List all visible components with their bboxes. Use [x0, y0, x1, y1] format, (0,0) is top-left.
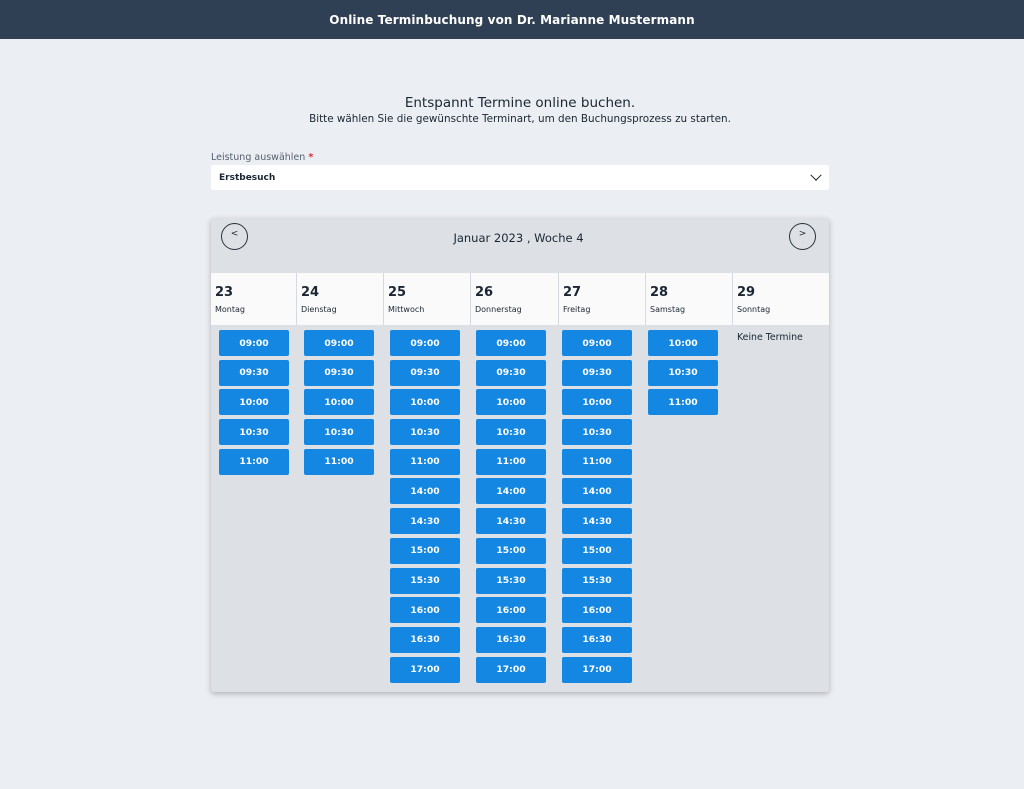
- time-slot-button[interactable]: 10:30: [562, 419, 632, 446]
- day-name: Samstag: [650, 305, 686, 314]
- booking-calendar: < Januar 2023 , Woche 4 > 23 Montag 24 D…: [211, 218, 829, 692]
- time-slot-button[interactable]: 15:30: [476, 567, 546, 594]
- intro-headline: Entspannt Termine online buchen.: [404, 95, 636, 111]
- time-slot-button[interactable]: 14:30: [476, 508, 546, 535]
- time-slot-button[interactable]: 15:30: [562, 567, 632, 594]
- time-slot-button[interactable]: 10:30: [390, 419, 460, 446]
- day-name: Mittwoch: [388, 305, 425, 314]
- day-header: 29 Sonntag: [733, 273, 829, 325]
- slot-column: 09:00 09:30 10:00 10:30 11:00: [304, 330, 374, 478]
- time-slot-button[interactable]: 16:00: [476, 597, 546, 624]
- time-slot-button[interactable]: 16:30: [390, 626, 460, 653]
- time-slot-button[interactable]: 09:00: [304, 330, 374, 356]
- time-slot-button[interactable]: 11:00: [476, 448, 546, 475]
- time-slot-button[interactable]: 17:00: [476, 656, 546, 683]
- day-header: 25 Mittwoch: [384, 273, 471, 325]
- time-slot-button[interactable]: 16:00: [562, 597, 632, 624]
- time-slot-button[interactable]: 10:30: [648, 359, 718, 386]
- day-number: 27: [563, 285, 582, 300]
- slot-column: 09:00 09:30 10:00 10:30 11:00 14:00 14:30 15:00…: [476, 330, 546, 686]
- service-label-text: Leistung auswählen: [211, 152, 306, 163]
- slot-column: 09:00 09:30 10:00 10:30 11:00 14:00 14:30 15:00…: [390, 330, 460, 686]
- time-slot-button[interactable]: 14:00: [562, 478, 632, 505]
- intro-subline: Bitte wählen Sie die gewünschte Terminar…: [309, 113, 731, 125]
- time-slot-button[interactable]: 16:30: [562, 626, 632, 653]
- slot-column: 09:00 09:30 10:00 10:30 11:00: [219, 330, 289, 478]
- day-number: 24: [301, 285, 320, 300]
- time-slot-button[interactable]: 09:00: [562, 330, 632, 356]
- day-number: 23: [215, 285, 234, 300]
- required-mark: *: [308, 152, 314, 163]
- time-slot-button[interactable]: 14:00: [390, 478, 460, 505]
- time-slot-button[interactable]: 11:00: [219, 448, 289, 475]
- time-slot-button[interactable]: 09:30: [304, 359, 374, 386]
- service-select[interactable]: Erstbesuch: [211, 165, 829, 190]
- day-number: 25: [388, 285, 407, 300]
- day-name: Sonntag: [737, 305, 771, 314]
- time-slot-button[interactable]: 09:30: [562, 359, 632, 386]
- slot-column: 10:00 10:30 11:00: [648, 330, 718, 419]
- time-slot-button[interactable]: 15:00: [562, 537, 632, 564]
- time-slot-button[interactable]: 17:00: [562, 656, 632, 683]
- time-slot-button[interactable]: 17:00: [390, 656, 460, 683]
- time-slot-button[interactable]: 09:00: [390, 330, 460, 356]
- time-slot-button[interactable]: 11:00: [562, 448, 632, 475]
- day-header: 23 Montag: [211, 273, 297, 325]
- day-number: 26: [475, 285, 494, 300]
- time-slot-button[interactable]: 14:30: [562, 508, 632, 535]
- time-slot-button[interactable]: 09:30: [476, 359, 546, 386]
- day-header: 26 Donnerstag: [471, 273, 559, 325]
- time-slot-button[interactable]: 10:30: [304, 419, 374, 446]
- time-slot-button[interactable]: 15:00: [390, 537, 460, 564]
- calendar-title: Januar 2023 , Woche 4: [453, 231, 584, 245]
- day-header: 27 Freitag: [559, 273, 646, 325]
- time-slot-button[interactable]: 10:00: [390, 389, 460, 416]
- day-number: 28: [650, 285, 669, 300]
- day-header-row: 23 Montag 24 Dienstag 25 Mittwoch 26 Don…: [211, 273, 829, 325]
- page-title: Online Terminbuchung von Dr. Marianne Mu…: [329, 12, 695, 27]
- time-slot-button[interactable]: 10:00: [476, 389, 546, 416]
- time-slot-button[interactable]: 16:00: [390, 597, 460, 624]
- time-slot-button[interactable]: 10:00: [219, 389, 289, 416]
- time-slot-button[interactable]: 09:30: [219, 359, 289, 386]
- service-select-value: Erstbesuch: [219, 172, 276, 183]
- day-header: 28 Samstag: [646, 273, 733, 325]
- time-slot-button[interactable]: 09:00: [219, 330, 289, 356]
- day-name: Dienstag: [301, 305, 337, 314]
- time-slot-button[interactable]: 11:00: [304, 448, 374, 475]
- time-slot-button[interactable]: 09:30: [390, 359, 460, 386]
- time-slot-button[interactable]: 15:30: [390, 567, 460, 594]
- day-header: 24 Dienstag: [297, 273, 384, 325]
- day-name: Montag: [215, 305, 245, 314]
- time-slot-button[interactable]: 14:00: [476, 478, 546, 505]
- time-slot-button[interactable]: 10:30: [219, 419, 289, 446]
- time-slot-button[interactable]: 09:00: [476, 330, 546, 356]
- top-bar: Online Terminbuchung von Dr. Marianne Mu…: [0, 0, 1024, 39]
- time-slot-button[interactable]: 14:30: [390, 508, 460, 535]
- next-week-button[interactable]: >: [789, 223, 816, 250]
- time-slot-button[interactable]: 11:00: [390, 448, 460, 475]
- no-slots-text: Keine Termine: [737, 332, 803, 343]
- time-slot-button[interactable]: 16:30: [476, 626, 546, 653]
- time-slot-button[interactable]: 11:00: [648, 389, 718, 416]
- time-slot-button[interactable]: 15:00: [476, 537, 546, 564]
- service-label: Leistung auswählen *: [211, 152, 313, 163]
- time-slot-button[interactable]: 10:00: [648, 330, 718, 356]
- day-number: 29: [737, 285, 756, 300]
- time-slot-button[interactable]: 10:00: [304, 389, 374, 416]
- day-name: Freitag: [563, 305, 591, 314]
- time-slot-button[interactable]: 10:30: [476, 419, 546, 446]
- day-name: Donnerstag: [475, 305, 522, 314]
- slot-column: 09:00 09:30 10:00 10:30 11:00 14:00 14:30 15:00…: [562, 330, 632, 686]
- chevron-down-icon: [810, 169, 822, 181]
- time-slot-button[interactable]: 10:00: [562, 389, 632, 416]
